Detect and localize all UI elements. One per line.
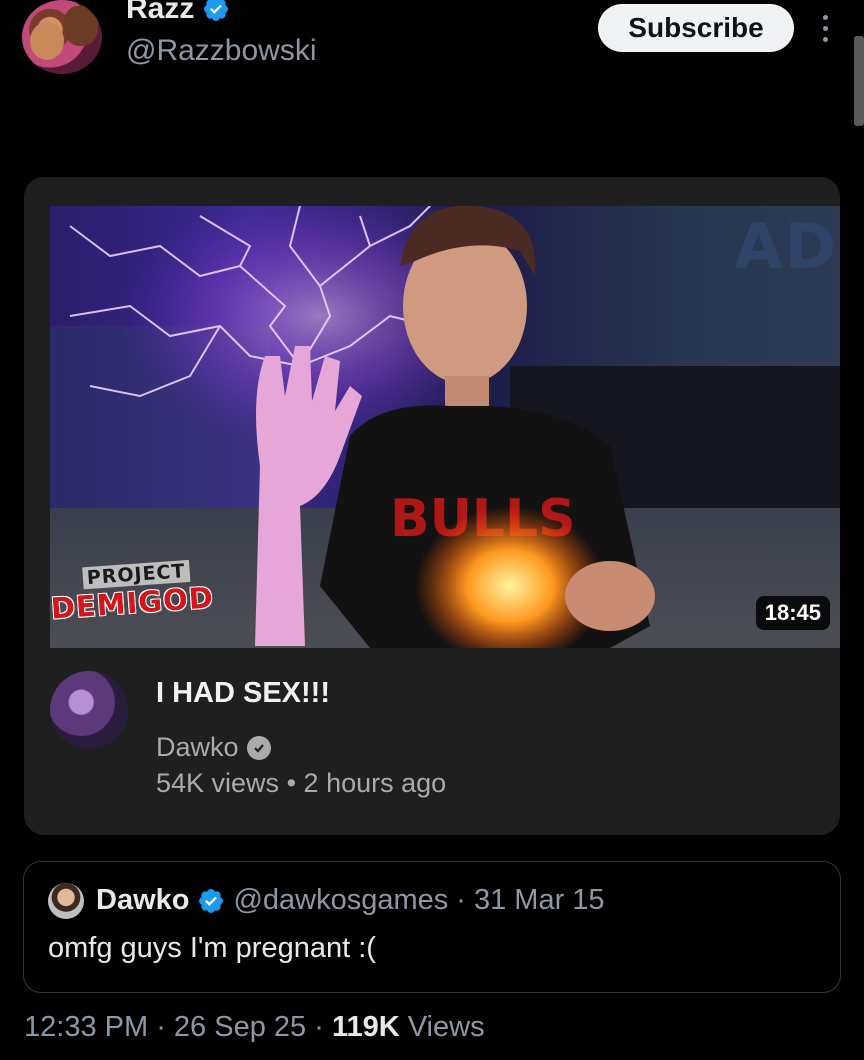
- video-title[interactable]: I HAD SEX!!!: [156, 677, 330, 710]
- project-demigod-logo: PROJECT DEMIGOD: [50, 558, 215, 626]
- channel-avatar[interactable]: [50, 671, 128, 749]
- author-name[interactable]: Razz: [126, 0, 194, 26]
- quote-header: Dawko @dawkosgames · 31 Mar 15: [96, 884, 605, 917]
- media-card[interactable]: BULLS AD PROJECT DEMIGOD 18:45 I HAD SEX…: [24, 177, 840, 835]
- footer-separator: ·: [156, 1011, 174, 1043]
- quote-avatar: [48, 883, 84, 919]
- quote-author-handle: @dawkosgames: [233, 884, 449, 916]
- video-age: 2 hours ago: [303, 768, 447, 798]
- video-meta: 54K views • 2 hours ago: [156, 768, 446, 799]
- meta-separator: •: [286, 768, 304, 798]
- ad-badge: AD: [734, 210, 838, 283]
- avatar-plush: [64, 6, 98, 46]
- author-name-row: Razz: [126, 0, 230, 26]
- quoted-tweet[interactable]: Dawko @dawkosgames · 31 Mar 15 omfg guys…: [23, 861, 841, 993]
- subscribe-button[interactable]: Subscribe: [598, 4, 794, 52]
- tweet-footer: 12:33 PM · 26 Sep 25 · 119K Views: [24, 1011, 485, 1044]
- video-views: 54K views: [156, 768, 280, 798]
- quote-date: 31 Mar 15: [473, 884, 605, 916]
- tweet-date[interactable]: 26 Sep 25: [174, 1011, 306, 1043]
- author-handle[interactable]: @Razzbowski: [126, 34, 317, 68]
- author-avatar[interactable]: [22, 0, 102, 74]
- more-options-icon[interactable]: [812, 8, 838, 48]
- video-thumbnail[interactable]: BULLS AD PROJECT DEMIGOD 18:45: [50, 206, 840, 648]
- views-count: 119K: [331, 1011, 400, 1043]
- video-duration: 18:45: [755, 596, 830, 630]
- footer-separator: ·: [314, 1011, 332, 1043]
- quote-separator: ·: [456, 884, 466, 916]
- scrollbar[interactable]: [854, 36, 864, 126]
- quote-verified-badge-icon: [199, 888, 224, 913]
- tweet-time[interactable]: 12:33 PM: [24, 1011, 148, 1043]
- verified-badge-icon: [204, 0, 229, 21]
- avatar-face: [30, 22, 64, 60]
- channel-row: Dawko: [156, 732, 271, 763]
- quote-text: omfg guys I'm pregnant :(: [48, 932, 376, 964]
- quote-author-name: Dawko: [96, 884, 190, 916]
- channel-name[interactable]: Dawko: [156, 732, 239, 763]
- channel-verified-icon: [246, 735, 271, 760]
- views-label: Views: [407, 1011, 485, 1043]
